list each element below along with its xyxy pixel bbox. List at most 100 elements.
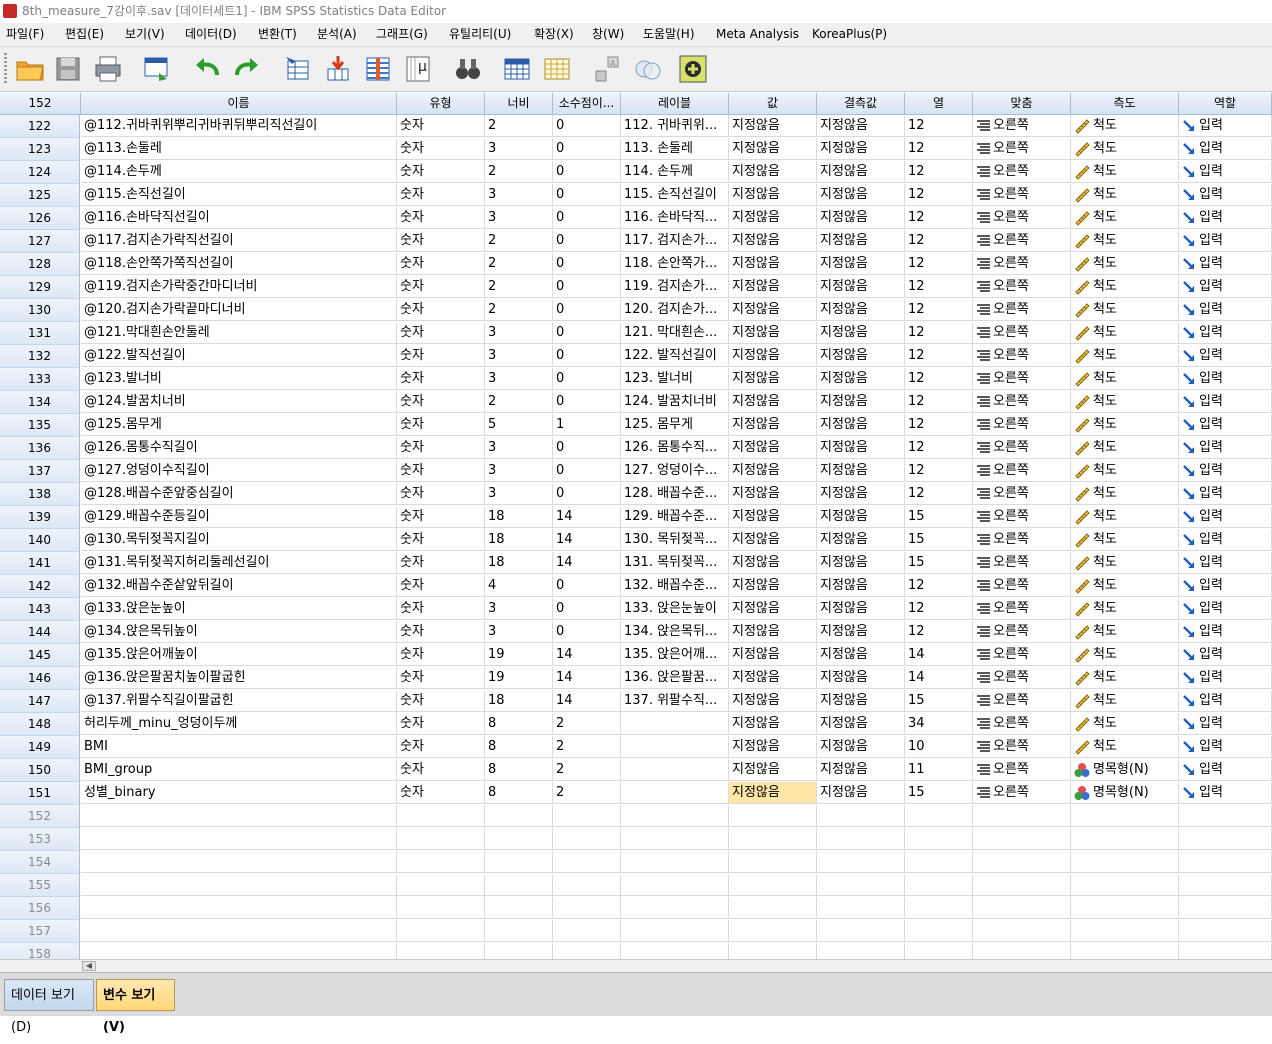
undo-icon[interactable] <box>191 53 223 85</box>
table-row[interactable]: 139 @129.배꼽수준등길이 숫자 18 14 129. 배꼽수준... 지정않음 지정않… <box>0 506 1272 529</box>
cell-missing[interactable]: 지정않음 <box>817 230 905 252</box>
tab-variable-view[interactable]: 변수 보기(V) <box>96 979 175 1035</box>
cell-role[interactable]: 입력 <box>1179 759 1272 781</box>
row-number[interactable]: 153 <box>0 828 80 851</box>
table-row[interactable]: 132 @122.발직선길이 숫자 3 0 122. 발직선길이 지정않음 지정않음 12 오른쪽… <box>0 345 1272 368</box>
empty-cell[interactable] <box>973 851 1071 873</box>
cell-columns[interactable]: 15 <box>905 552 973 574</box>
cell-width[interactable]: 18 <box>485 506 553 528</box>
empty-cell[interactable] <box>817 805 905 827</box>
cell-align[interactable]: 오른쪽 <box>973 414 1071 436</box>
cell-values[interactable]: 지정않음 <box>729 621 817 643</box>
cell-role[interactable]: 입력 <box>1179 345 1272 367</box>
menu-item-11[interactable]: Meta Analysis <box>712 23 803 46</box>
cell-values[interactable]: 지정않음 <box>729 483 817 505</box>
row-number[interactable]: 140 <box>0 529 80 552</box>
cell-name[interactable]: @133.앉은눈높이 <box>81 598 397 620</box>
horizontal-scrollbar[interactable]: ◀ <box>0 959 1272 972</box>
empty-cell[interactable] <box>621 897 729 919</box>
cell-missing[interactable]: 지정않음 <box>817 391 905 413</box>
empty-cell[interactable] <box>621 943 729 959</box>
cell-columns[interactable]: 12 <box>905 391 973 413</box>
cell-missing[interactable]: 지정않음 <box>817 529 905 551</box>
cell-missing[interactable]: 지정않음 <box>817 782 905 804</box>
cell-values[interactable]: 지정않음 <box>729 391 817 413</box>
variables-icon[interactable] <box>362 53 394 85</box>
cell-values[interactable]: 지정않음 <box>729 115 817 137</box>
cell-align[interactable]: 오른쪽 <box>973 437 1071 459</box>
cell-columns[interactable]: 14 <box>905 644 973 666</box>
cell-label[interactable]: 133. 앉은눈높이 <box>621 598 729 620</box>
cell-decimals[interactable]: 2 <box>553 782 621 804</box>
cell-type[interactable]: 숫자 <box>397 161 485 183</box>
empty-cell[interactable] <box>1071 828 1179 850</box>
empty-cell[interactable] <box>485 897 553 919</box>
cell-columns[interactable]: 15 <box>905 690 973 712</box>
column-header-missing[interactable]: 결측값 <box>817 93 905 115</box>
cell-width[interactable]: 3 <box>485 184 553 206</box>
table-row[interactable]: 148 허리두께_minu_엉덩이두께 숫자 8 2 지정않음 지정않음 34 오른쪽 척도 입력 <box>0 713 1272 736</box>
empty-cell[interactable] <box>485 943 553 959</box>
cell-role[interactable]: 입력 <box>1179 299 1272 321</box>
cell-values[interactable]: 지정않음 <box>729 529 817 551</box>
cell-align[interactable]: 오른쪽 <box>973 184 1071 206</box>
cell-role[interactable]: 입력 <box>1179 575 1272 597</box>
cell-values[interactable]: 지정않음 <box>729 552 817 574</box>
cell-measure[interactable]: 척도 <box>1071 529 1179 551</box>
cell-decimals[interactable]: 0 <box>553 460 621 482</box>
cell-columns[interactable]: 12 <box>905 322 973 344</box>
cell-columns[interactable]: 12 <box>905 253 973 275</box>
empty-cell[interactable] <box>397 828 485 850</box>
column-header-width[interactable]: 너비 <box>485 93 553 115</box>
cell-width[interactable]: 2 <box>485 115 553 137</box>
empty-row[interactable]: 154 <box>0 851 1272 874</box>
cell-missing[interactable]: 지정않음 <box>817 299 905 321</box>
cell-label[interactable]: 119. 검지손가... <box>621 276 729 298</box>
row-number[interactable]: 152 <box>0 805 80 828</box>
cell-name[interactable]: 성별_binary <box>81 782 397 804</box>
empty-cell[interactable] <box>485 851 553 873</box>
cell-missing[interactable]: 지정않음 <box>817 506 905 528</box>
cell-type[interactable]: 숫자 <box>397 460 485 482</box>
cell-align[interactable]: 오른쪽 <box>973 598 1071 620</box>
row-number[interactable]: 144 <box>0 621 80 644</box>
cell-values[interactable]: 지정않음 <box>729 667 817 689</box>
cell-values[interactable]: 지정않음 <box>729 299 817 321</box>
empty-cell[interactable] <box>485 920 553 942</box>
cell-role[interactable]: 입력 <box>1179 115 1272 137</box>
cell-values[interactable]: 지정않음 <box>729 460 817 482</box>
cell-columns[interactable]: 34 <box>905 713 973 735</box>
cell-measure[interactable]: 명목형(N) <box>1071 759 1179 781</box>
cell-decimals[interactable]: 0 <box>553 253 621 275</box>
cell-role[interactable]: 입력 <box>1179 483 1272 505</box>
row-number[interactable]: 155 <box>0 874 80 897</box>
cell-name[interactable]: @118.손안쪽가쪽직선길이 <box>81 253 397 275</box>
cell-values[interactable]: 지정않음 <box>729 782 817 804</box>
cell-decimals[interactable]: 2 <box>553 736 621 758</box>
cell-width[interactable]: 8 <box>485 759 553 781</box>
cell-decimals[interactable]: 0 <box>553 299 621 321</box>
empty-cell[interactable] <box>1071 943 1179 959</box>
cell-decimals[interactable]: 0 <box>553 184 621 206</box>
column-header-name[interactable]: 이름 <box>81 93 397 115</box>
cell-type[interactable]: 숫자 <box>397 483 485 505</box>
cell-type[interactable]: 숫자 <box>397 713 485 735</box>
empty-cell[interactable] <box>905 874 973 896</box>
dialog-recall-icon[interactable] <box>141 53 173 85</box>
cell-align[interactable]: 오른쪽 <box>973 644 1071 666</box>
cell-decimals[interactable]: 14 <box>553 667 621 689</box>
row-number[interactable]: 130 <box>0 299 80 322</box>
cell-values[interactable]: 지정않음 <box>729 437 817 459</box>
cell-name[interactable]: @116.손바닥직선길이 <box>81 207 397 229</box>
cell-columns[interactable]: 10 <box>905 736 973 758</box>
cell-columns[interactable]: 12 <box>905 345 973 367</box>
empty-cell[interactable] <box>973 897 1071 919</box>
row-number[interactable]: 138 <box>0 483 80 506</box>
empty-cell[interactable] <box>817 897 905 919</box>
cell-values[interactable]: 지정않음 <box>729 713 817 735</box>
empty-cell[interactable] <box>1179 828 1272 850</box>
empty-cell[interactable] <box>553 920 621 942</box>
cell-type[interactable]: 숫자 <box>397 644 485 666</box>
cell-decimals[interactable]: 14 <box>553 506 621 528</box>
cell-label[interactable] <box>621 736 729 758</box>
